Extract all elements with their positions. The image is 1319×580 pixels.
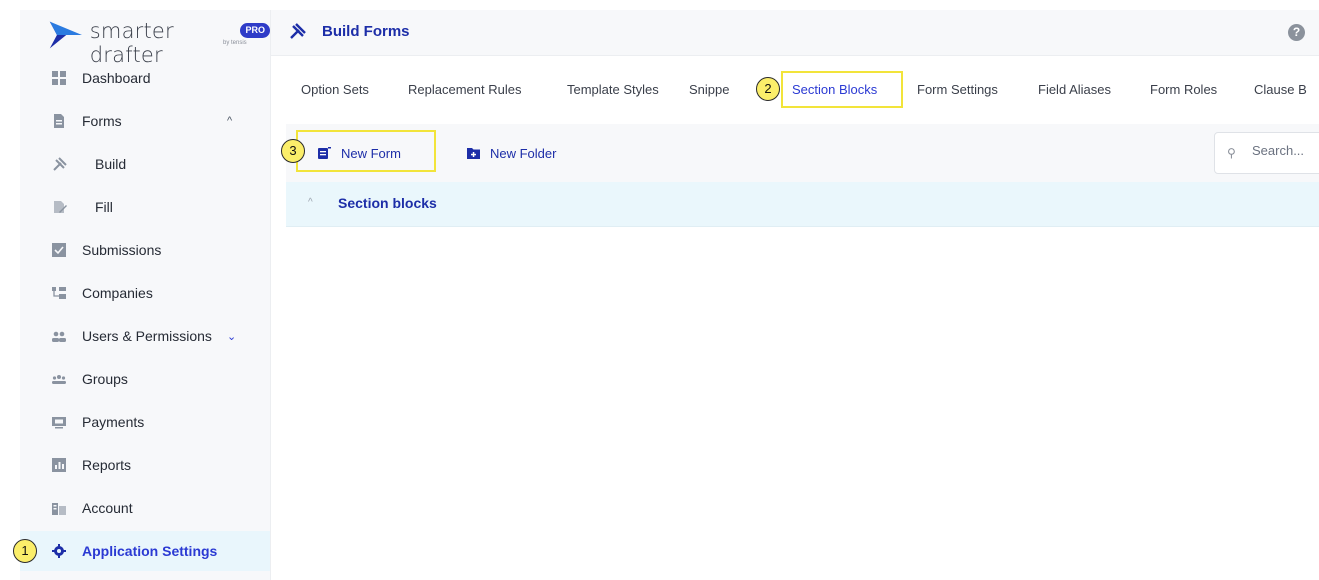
sidebar-item-label: Account [82,500,133,516]
sidebar-item-companies[interactable]: Companies [20,273,270,313]
search-input[interactable] [1252,143,1317,158]
logo-subtitle: by tensis [223,40,247,46]
sidebar-item-groups[interactable]: Groups [20,359,270,399]
main-content: New Form New Folder ⚲ ^ Section blocks [286,124,1319,580]
tab-option-sets[interactable]: Option Sets [301,68,369,112]
sidebar-item-submissions[interactable]: Submissions [20,230,270,270]
callout-highlight-2 [781,71,903,108]
sidebar-item-account[interactable]: Account [20,488,270,528]
sidebar-item-payments[interactable]: Payments [20,402,270,442]
sidebar-item-label: Users & Permissions [82,328,212,344]
tab-template-styles[interactable]: Template Styles [567,68,659,112]
callout-marker-2: 2 [756,77,780,101]
tab-clause-blocks[interactable]: Clause B [1254,68,1307,112]
sidebar-item-label: Dashboard [82,70,151,86]
search-box[interactable]: ⚲ [1214,132,1319,174]
sidebar-item-label: Submissions [82,242,162,258]
toolbar: New Form New Folder ⚲ [286,124,1319,182]
sidebar-item-label: Payments [82,414,145,430]
page-header: Build Forms ? [271,10,1319,56]
tab-form-settings[interactable]: Form Settings [917,68,998,112]
users-icon [52,331,66,342]
sidebar-item-dashboard[interactable]: Dashboard [20,58,270,98]
new-folder-icon [467,148,480,159]
callout-marker-3: 3 [281,139,305,163]
sidebar-item-build[interactable]: Build [20,144,270,184]
callout-marker-1: 1 [13,539,37,563]
chevron-down-icon[interactable]: ⌄ [227,330,236,343]
section-title: Section blocks [338,195,437,211]
sidebar-item-label: Companies [82,285,153,301]
sidebar-item-forms[interactable]: Forms ^ [20,101,270,141]
groups-icon [52,375,66,384]
dashboard-icon [52,71,66,85]
submissions-icon [52,243,66,257]
companies-icon [52,287,66,299]
tools-icon [53,157,67,171]
tab-field-aliases[interactable]: Field Aliases [1038,68,1111,112]
logo-chevron-icon [49,21,82,49]
pro-badge: PRO [240,23,270,38]
sidebar-item-label: Reports [82,457,132,473]
section-blocks-header[interactable]: ^ Section blocks [286,182,1319,227]
chevron-up-icon[interactable]: ^ [308,197,313,208]
page-title: Build Forms [322,23,410,40]
document-icon [54,114,64,128]
sidebar-item-application-settings[interactable]: Application Settings [20,531,270,571]
sidebar-item-label: Groups [82,371,128,387]
fill-icon [54,201,67,213]
callout-highlight-3 [296,130,436,172]
new-folder-label: New Folder [490,145,557,161]
tools-icon [290,23,306,39]
payments-icon [52,417,66,429]
sidebar-item-label: Application Settings [82,543,218,559]
tab-form-roles[interactable]: Form Roles [1150,68,1217,112]
sidebar-item-label: Build [95,156,127,172]
app-logo[interactable]: smarter drafter PRO [48,18,270,67]
chevron-up-icon[interactable]: ^ [227,115,232,127]
tab-snippets[interactable]: Snippe [689,68,729,112]
account-icon [52,503,66,515]
sidebar-item-fill[interactable]: Fill [20,187,270,227]
tab-replacement-rules[interactable]: Replacement Rules [408,68,521,112]
sidebar-item-label: Fill [95,199,113,215]
sidebar: smarter drafter PRO by tensis Dashboard … [20,10,271,580]
search-icon: ⚲ [1227,146,1236,160]
new-folder-button[interactable]: New Folder [467,144,556,162]
help-icon[interactable]: ? [1288,24,1305,41]
sidebar-item-label: Forms [82,113,122,129]
sidebar-item-reports[interactable]: Reports [20,445,270,485]
reports-icon [52,458,66,472]
sidebar-item-users-permissions[interactable]: Users & Permissions ⌄ [20,316,270,356]
gear-icon [52,544,66,558]
